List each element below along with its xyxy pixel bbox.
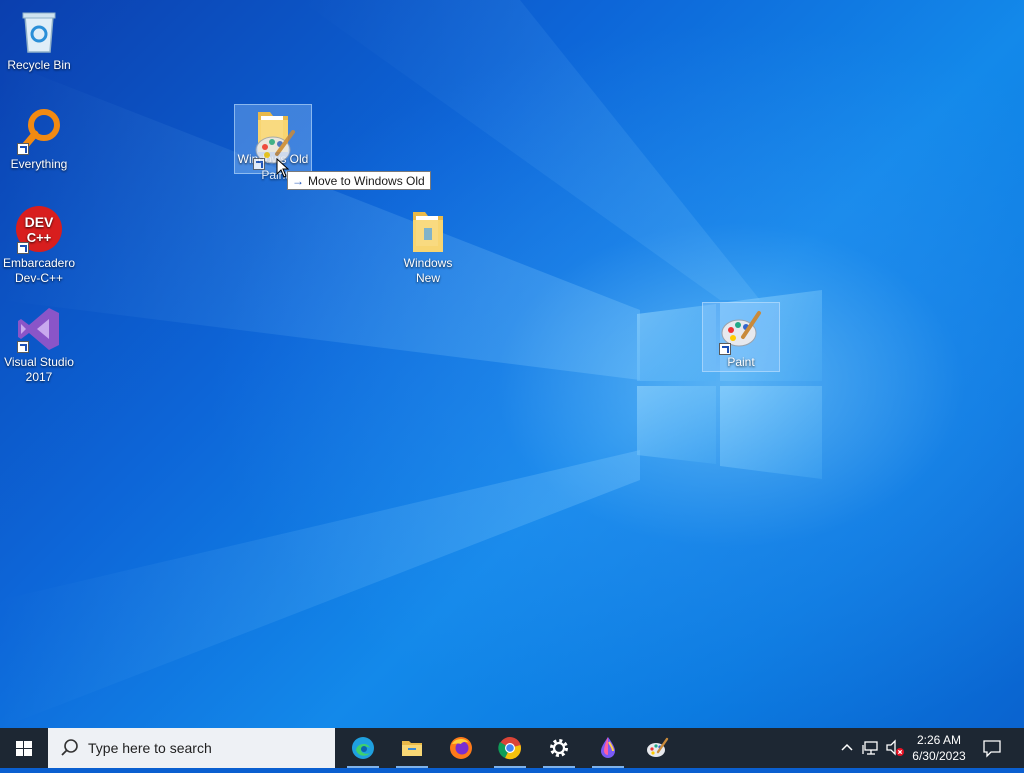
taskbar-app-firefox[interactable] [437, 728, 485, 768]
taskbar-app-chrome[interactable] [486, 728, 534, 768]
dev-logo-text: DEV [25, 214, 54, 230]
desktop-icon-label: Embarcadero Dev-C++ [2, 256, 76, 285]
desktop-icon-dev-cpp[interactable]: DEV C++ Embarcadero Dev-C++ [0, 206, 78, 286]
windows-logo-icon [16, 741, 32, 756]
drag-tooltip: → Move to Windows Old [287, 171, 431, 190]
recycle-bin-icon [15, 8, 63, 56]
taskbar: Type here to search 2:26 AM 6/30/2023 [0, 728, 1024, 768]
volume-muted-icon[interactable] [885, 739, 905, 757]
everything-search-icon [15, 107, 63, 155]
shortcut-arrow-icon [253, 158, 265, 170]
edge-icon [352, 737, 374, 759]
desktop-icon-recycle-bin[interactable]: Recycle Bin [0, 8, 78, 73]
paint-palette-icon [717, 307, 765, 355]
taskbar-app-paint[interactable] [633, 728, 681, 768]
search-icon [61, 739, 78, 756]
move-arrow-icon: → [292, 174, 304, 188]
taskbar-app-settings[interactable] [535, 728, 583, 768]
clock-time: 2:26 AM [916, 733, 962, 747]
shortcut-arrow-icon [17, 341, 29, 353]
taskbar-search-box[interactable]: Type here to search [48, 728, 335, 768]
drop-icon [601, 737, 615, 758]
desktop-icon-label: Everything [10, 157, 68, 171]
visual-studio-icon [15, 305, 63, 353]
desktop-icon-visual-studio[interactable]: Visual Studio 2017 [0, 305, 78, 385]
shortcut-arrow-icon [17, 143, 29, 155]
taskbar-app-file-explorer[interactable] [388, 728, 436, 768]
desktop[interactable]: Recycle Bin Everything DEV C++ Embarcade… [0, 0, 1024, 728]
chrome-icon [498, 737, 521, 760]
shortcut-arrow-icon [719, 343, 731, 355]
start-button[interactable] [0, 728, 48, 768]
desktop-icon-paint[interactable]: Paint [702, 302, 780, 372]
desktop-icon-windows-new-folder[interactable]: Windows New [389, 206, 467, 286]
wallpaper-windows-logo [0, 0, 822, 728]
desktop-icon-label: Windows New [403, 256, 453, 285]
clock-date: 6/30/2023 [912, 749, 966, 763]
folder-icon [404, 206, 452, 254]
desktop-icon-everything[interactable]: Everything [0, 107, 78, 172]
cpp-logo-text: C++ [27, 230, 52, 245]
paint-palette-icon [251, 122, 299, 170]
mouse-cursor-icon [276, 158, 290, 178]
taskbar-clock[interactable]: 2:26 AM 6/30/2023 [904, 728, 974, 768]
shortcut-arrow-icon [17, 242, 29, 254]
network-icon[interactable] [862, 740, 880, 756]
action-center-notifications-icon[interactable] [982, 738, 1002, 758]
desktop-icon-label: Visual Studio 2017 [4, 355, 74, 384]
desktop-icon-label: Paint [727, 355, 755, 369]
drag-tooltip-text: Move to Windows Old [308, 174, 425, 188]
search-placeholder: Type here to search [88, 740, 212, 756]
file-explorer-icon [402, 741, 422, 756]
paint-icon [647, 737, 669, 757]
taskbar-app-edge[interactable] [339, 728, 387, 768]
firefox-icon [450, 737, 472, 759]
show-hidden-icons-chevron-icon[interactable] [839, 740, 855, 756]
dev-cpp-icon: DEV C++ [15, 206, 63, 254]
settings-icon [550, 739, 568, 757]
desktop-icon-label: Recycle Bin [7, 58, 71, 72]
taskbar-app-drop[interactable] [584, 728, 632, 768]
